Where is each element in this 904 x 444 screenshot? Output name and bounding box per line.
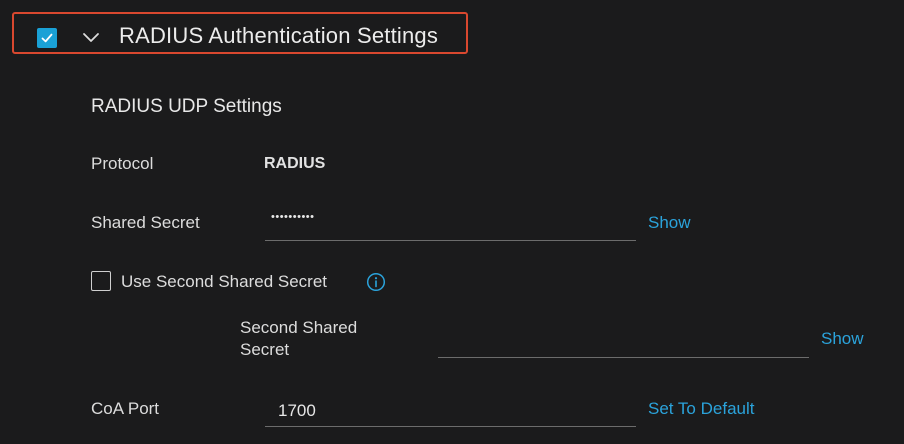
second-secret-show-link[interactable]: Show — [821, 329, 864, 349]
protocol-value: RADIUS — [264, 155, 326, 172]
udp-settings-title: RADIUS UDP Settings — [91, 96, 282, 117]
coa-port-input[interactable]: 1700 — [265, 392, 636, 427]
use-second-secret-label[interactable]: Use Second Shared Secret — [121, 272, 327, 292]
coa-port-value: 1700 — [278, 401, 316, 420]
shared-secret-input[interactable]: •••••••••• — [265, 205, 636, 241]
coa-port-set-default-link[interactable]: Set To Default — [648, 399, 754, 419]
second-secret-underline — [438, 357, 809, 358]
second-secret-label-line1: Second Shared — [240, 318, 358, 337]
second-secret-label-line2: Secret — [240, 340, 290, 359]
info-icon[interactable] — [366, 272, 386, 292]
shared-secret-value: •••••••••• — [271, 211, 315, 223]
shared-secret-underline — [265, 240, 636, 241]
radius-auth-settings-header[interactable]: RADIUS Authentication Settings — [12, 12, 468, 54]
section-title: RADIUS Authentication Settings — [119, 23, 439, 48]
chevron-down-icon[interactable] — [81, 27, 101, 47]
shared-secret-label: Shared Secret — [91, 213, 200, 232]
radius-auth-enable-checkbox[interactable] — [37, 28, 57, 48]
use-second-secret-checkbox[interactable] — [91, 271, 111, 291]
coa-port-label: CoA Port — [91, 399, 160, 418]
shared-secret-show-link[interactable]: Show — [648, 213, 691, 233]
second-secret-input[interactable] — [438, 322, 809, 358]
checkmark-icon — [41, 33, 53, 43]
protocol-label: Protocol — [91, 154, 154, 173]
coa-port-underline — [265, 426, 636, 427]
